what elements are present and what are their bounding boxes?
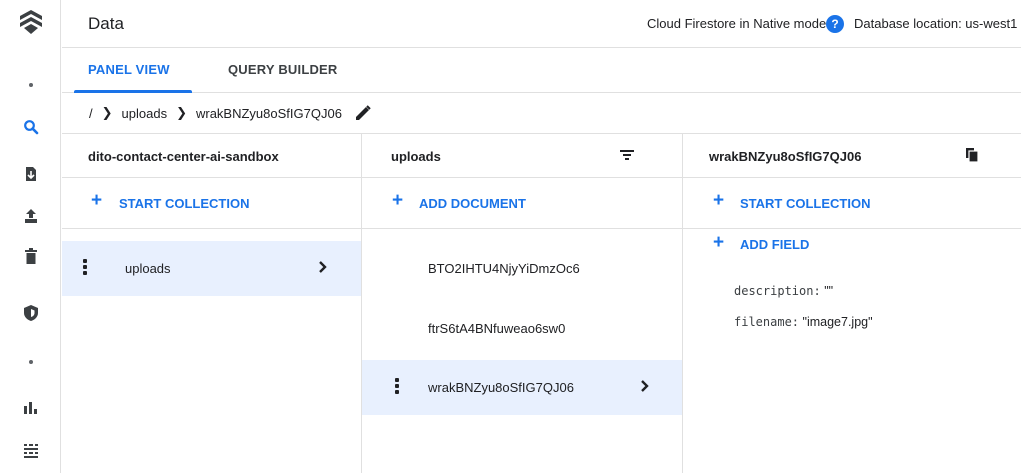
grid-icon xyxy=(23,444,38,458)
add-document-label: ADD DOCUMENT xyxy=(419,196,526,211)
dot-icon xyxy=(28,360,33,364)
firestore-logo-icon[interactable] xyxy=(18,8,44,36)
field-key: description: xyxy=(734,284,821,298)
pencil-icon xyxy=(355,105,371,120)
more-vert-icon[interactable] xyxy=(83,259,87,277)
breadcrumb-document[interactable]: wrakBNZyu8oSfIG7QJ06 xyxy=(196,106,342,121)
start-subcollection-button[interactable]: + START COLLECTION xyxy=(683,178,1021,229)
chevron-right-icon: ❯ xyxy=(101,105,113,120)
collection-item-uploads[interactable]: uploads xyxy=(62,241,361,296)
tab-query-builder[interactable]: QUERY BUILDER xyxy=(228,62,338,77)
collection-column-header: uploads xyxy=(362,134,682,178)
field-value: "image7.jpg" xyxy=(802,315,873,329)
chevron-right-icon xyxy=(319,261,327,273)
field-key: filename: xyxy=(734,315,800,329)
left-nav-rail xyxy=(0,0,61,473)
copy-icon[interactable] xyxy=(966,148,978,162)
field-value: "" xyxy=(824,284,834,298)
start-collection-label: START COLLECTION xyxy=(119,196,250,211)
start-collection-label: START COLLECTION xyxy=(740,196,871,211)
document-title: wrakBNZyu8oSfIG7QJ06 xyxy=(709,149,862,164)
document-column-header: wrakBNZyu8oSfIG7QJ06 xyxy=(683,134,1021,178)
add-document-button[interactable]: + ADD DOCUMENT xyxy=(362,178,682,229)
tab-panel-view[interactable]: PANEL VIEW xyxy=(88,62,170,77)
help-icon[interactable]: ? xyxy=(826,15,844,33)
rail-import[interactable] xyxy=(0,155,61,193)
document-label: wrakBNZyu8oSfIG7QJ06 xyxy=(428,380,574,395)
plus-icon: + xyxy=(713,190,725,211)
rail-dot-top xyxy=(0,66,61,104)
view-tabs: PANEL VIEW QUERY BUILDER xyxy=(62,48,1021,93)
dot-icon xyxy=(28,83,33,87)
delete-icon xyxy=(24,248,37,264)
chevron-right-icon xyxy=(641,380,649,392)
import-icon xyxy=(25,167,36,181)
document-column: wrakBNZyu8oSfIG7QJ06 + START COLLECTION … xyxy=(683,134,1021,473)
field-row[interactable]: description: "" xyxy=(734,284,833,298)
bar-chart-icon xyxy=(23,402,37,414)
more-vert-icon[interactable] xyxy=(395,378,399,396)
rail-upload[interactable] xyxy=(0,197,61,235)
shield-icon xyxy=(23,305,38,321)
add-field-label: ADD FIELD xyxy=(740,237,810,252)
project-name: dito-contact-center-ai-sandbox xyxy=(88,149,279,164)
collection-title: uploads xyxy=(391,149,441,164)
document-item-selected[interactable]: wrakBNZyu8oSfIG7QJ06 xyxy=(362,360,682,415)
add-field-button[interactable]: + ADD FIELD xyxy=(683,229,1021,259)
collection-column: uploads + ADD DOCUMENT BTO2IHTU4NjyYiDmz… xyxy=(362,134,683,473)
root-column: dito-contact-center-ai-sandbox + START C… xyxy=(62,134,362,473)
rail-usage[interactable] xyxy=(0,388,61,426)
document-item[interactable]: ftrS6tA4BNfuweao6sw0 xyxy=(362,301,682,356)
document-item[interactable]: BTO2IHTU4NjyYiDmzOc6 xyxy=(362,241,682,296)
page-header: Data Cloud Firestore in Native mode ? Da… xyxy=(62,0,1021,48)
breadcrumb: / ❯ uploads ❯ wrakBNZyu8oSfIG7QJ06 xyxy=(62,93,1021,134)
edit-path-button[interactable] xyxy=(354,104,372,122)
collection-label: uploads xyxy=(125,261,171,276)
database-mode-label: Cloud Firestore in Native mode xyxy=(647,16,827,31)
breadcrumb-collection[interactable]: uploads xyxy=(122,106,168,121)
plus-icon: + xyxy=(713,232,725,253)
search-icon xyxy=(23,120,38,135)
document-label: BTO2IHTU4NjyYiDmzOc6 xyxy=(428,261,580,276)
database-location-label: Database location: us-west1 xyxy=(854,16,1018,31)
chevron-right-icon: ❯ xyxy=(176,105,187,120)
document-label: ftrS6tA4BNfuweao6sw0 xyxy=(428,321,566,336)
rail-search[interactable] xyxy=(0,108,61,146)
filter-icon[interactable] xyxy=(620,148,634,162)
root-column-header: dito-contact-center-ai-sandbox xyxy=(62,134,361,178)
plus-icon: + xyxy=(392,190,404,211)
start-collection-button[interactable]: + START COLLECTION xyxy=(62,178,361,229)
plus-icon: + xyxy=(91,190,103,211)
breadcrumb-root[interactable]: / xyxy=(89,106,93,121)
rail-security[interactable] xyxy=(0,294,61,332)
rail-dot-bottom xyxy=(0,343,61,381)
field-row[interactable]: filename: "image7.jpg" xyxy=(734,315,873,329)
rail-indexes[interactable] xyxy=(0,432,61,470)
rail-delete[interactable] xyxy=(0,237,61,275)
page-title: Data xyxy=(88,14,124,33)
upload-icon xyxy=(24,209,37,223)
